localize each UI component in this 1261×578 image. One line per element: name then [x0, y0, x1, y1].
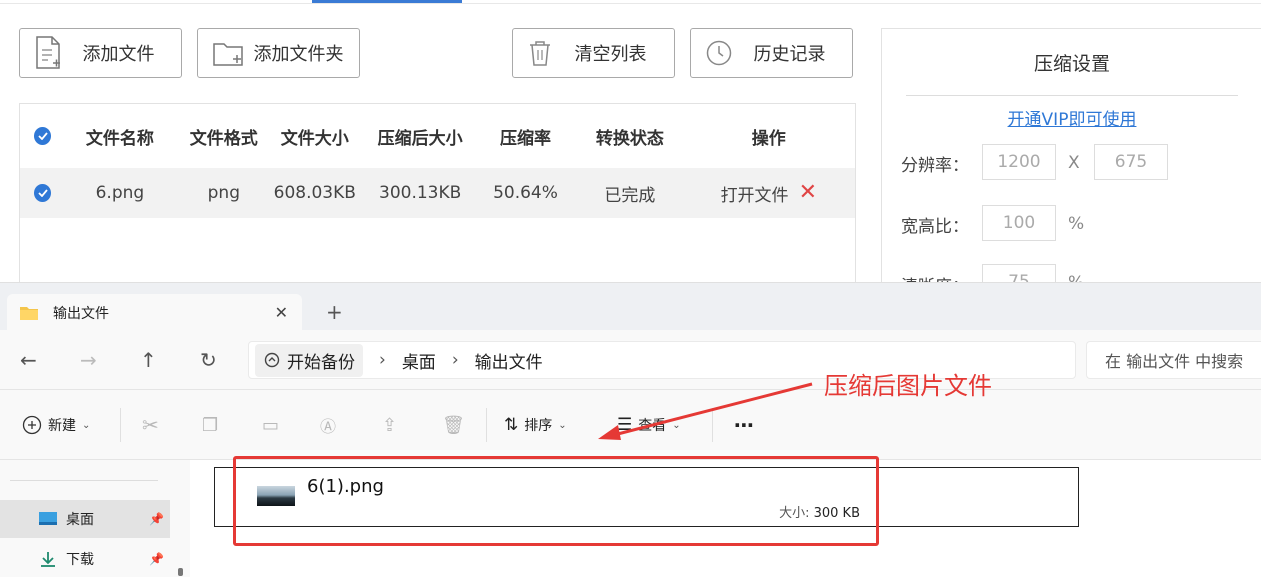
- plus-circle-icon: [22, 415, 42, 435]
- cell-actions: 打开文件 ✕: [683, 181, 855, 206]
- command-divider: [486, 408, 487, 442]
- resolution-width-input[interactable]: 1200: [982, 144, 1056, 180]
- col-header-format: 文件格式: [189, 128, 258, 149]
- aspect-input[interactable]: 100: [982, 205, 1056, 241]
- highlight-box: [233, 456, 879, 546]
- col-header-compressed-size: 压缩后大小: [377, 128, 463, 149]
- explorer-tab[interactable]: 输出文件 ✕: [7, 294, 302, 331]
- breadcrumb-output[interactable]: 输出文件: [475, 348, 543, 373]
- settings-title: 压缩设置: [1033, 53, 1110, 75]
- forward-arrow-icon[interactable]: →: [80, 348, 97, 372]
- breadcrumb-root[interactable]: 开始备份: [255, 343, 363, 377]
- chevron-down-icon: ⌄: [558, 419, 567, 431]
- check-icon: [37, 132, 48, 140]
- add-folder-label: 添加文件夹: [253, 44, 344, 65]
- breadcrumb-chevron-icon: ›: [451, 350, 459, 370]
- col-header-action: 操作: [751, 128, 786, 149]
- up-arrow-icon[interactable]: ↑: [140, 348, 157, 372]
- trash-icon: [530, 41, 550, 66]
- compression-settings-panel: 压缩设置 开通VIP即可使用 分辨率： 1200 X 675 宽高比： 100 …: [881, 28, 1261, 300]
- search-input[interactable]: 在 输出文件 中搜索: [1086, 341, 1261, 379]
- file-table: 文件名称 文件格式 文件大小 压缩后大小 压缩率 转换状态 操作 6.png p…: [19, 103, 856, 293]
- add-file-icon: [36, 36, 60, 69]
- check-icon: [37, 189, 48, 197]
- cell-status: 已完成: [604, 185, 656, 206]
- vip-link[interactable]: 开通VIP即可使用: [882, 105, 1261, 130]
- clear-list-label: 清空列表: [574, 44, 647, 65]
- sort-button[interactable]: ⇅ 排序 ⌄: [504, 390, 567, 460]
- clear-list-button[interactable]: 清空列表: [512, 28, 675, 78]
- nav-item-label: 桌面: [66, 512, 94, 528]
- new-tab-button[interactable]: +: [326, 300, 343, 324]
- new-label: 新建: [48, 418, 76, 434]
- cell-rate: 50.64%: [493, 183, 558, 203]
- annotation-arrow-icon: [598, 382, 813, 440]
- aspect-label: 宽高比：: [901, 217, 969, 237]
- delete-icon[interactable]: 🗑: [442, 390, 465, 460]
- explorer-tab-bar: 输出文件 ✕ +: [0, 282, 1261, 331]
- select-all-checkbox[interactable]: [34, 127, 52, 145]
- cut-icon[interactable]: ✂: [142, 390, 159, 460]
- delete-row-icon[interactable]: ✕: [799, 182, 817, 204]
- aspect-percent: %: [1068, 214, 1085, 234]
- col-header-rate: 压缩率: [500, 128, 551, 149]
- refresh-icon[interactable]: ↻: [200, 348, 217, 372]
- history-label: 历史记录: [753, 44, 826, 65]
- close-tab-icon[interactable]: ✕: [275, 303, 288, 322]
- pin-icon[interactable]: 📌: [149, 512, 164, 526]
- annotation-label: 压缩后图片文件: [824, 372, 992, 400]
- share-icon[interactable]: ⇪: [382, 390, 397, 460]
- resolution-height-input[interactable]: 675: [1094, 144, 1168, 180]
- nav-scrollbar[interactable]: [178, 568, 183, 576]
- breadcrumb-root-label: 开始备份: [287, 352, 355, 373]
- rename-icon[interactable]: Ⓐ: [320, 390, 336, 460]
- clock-icon: [706, 40, 732, 66]
- nav-item-label: 下载: [66, 552, 94, 568]
- chevron-down-icon: ⌄: [82, 419, 91, 431]
- col-header-name: 文件名称: [85, 128, 154, 149]
- cell-format: png: [207, 183, 240, 203]
- resolution-label: 分辨率：: [901, 156, 969, 176]
- navigation-pane: 桌面 📌 下载 📌: [0, 460, 190, 577]
- cell-name: 6.png: [95, 183, 145, 203]
- download-icon: [41, 552, 55, 567]
- open-file-link[interactable]: 打开文件: [721, 181, 789, 206]
- add-file-button[interactable]: 添加文件: [19, 28, 182, 78]
- add-file-label: 添加文件: [82, 44, 155, 65]
- resolution-x: X: [1068, 153, 1080, 173]
- nav-divider: [10, 480, 158, 481]
- cell-compressed-size: 300.13KB: [379, 183, 462, 203]
- row-checkbox[interactable]: [34, 184, 52, 202]
- cloud-backup-icon: [264, 352, 280, 368]
- copy-icon[interactable]: ❐: [202, 390, 218, 460]
- cell-size: 608.03KB: [273, 183, 356, 203]
- nav-item-downloads[interactable]: 下载 📌: [0, 540, 170, 578]
- nav-item-desktop[interactable]: 桌面 📌: [0, 500, 170, 538]
- new-button[interactable]: 新建 ⌄: [22, 390, 90, 460]
- breadcrumb-desktop[interactable]: 桌面: [402, 348, 436, 373]
- pin-icon[interactable]: 📌: [149, 552, 164, 566]
- desktop-icon: [39, 512, 57, 525]
- col-header-size: 文件大小: [280, 128, 349, 149]
- add-folder-button[interactable]: 添加文件夹: [197, 28, 360, 78]
- history-button[interactable]: 历史记录: [690, 28, 853, 78]
- paste-icon[interactable]: ▭: [262, 390, 279, 460]
- add-folder-icon: [213, 43, 243, 66]
- table-row[interactable]: 6.png png 608.03KB 300.13KB 50.64% 已完成 打…: [20, 168, 855, 218]
- breadcrumb-chevron-icon: ›: [379, 350, 386, 370]
- folder-icon: [20, 306, 38, 320]
- command-divider: [120, 408, 121, 442]
- table-header: 文件名称 文件格式 文件大小 压缩后大小 压缩率 转换状态 操作: [20, 104, 855, 168]
- explorer-tab-title: 输出文件: [53, 305, 109, 322]
- settings-divider: [906, 95, 1238, 96]
- top-divider: [0, 3, 1261, 4]
- col-header-status: 转换状态: [595, 128, 664, 149]
- sort-icon: ⇅: [504, 415, 519, 435]
- sort-label: 排序: [524, 418, 553, 434]
- back-arrow-icon[interactable]: ←: [20, 348, 37, 372]
